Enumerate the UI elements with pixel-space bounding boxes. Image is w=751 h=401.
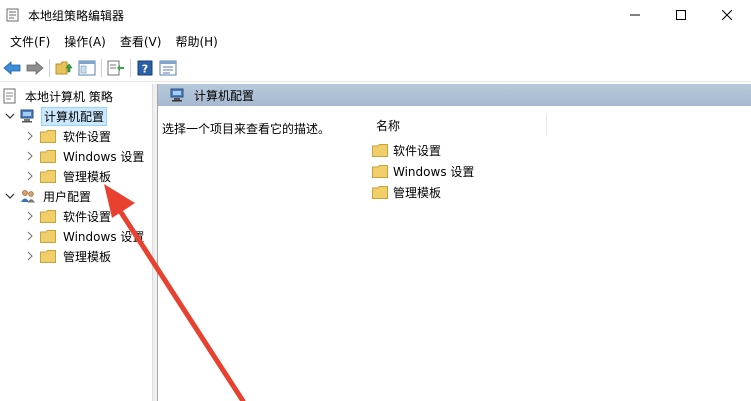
tree-item-software-settings[interactable]: 软件设置: [24, 126, 113, 146]
toolbar-separator: [101, 58, 102, 77]
minimize-button[interactable]: [612, 0, 658, 30]
chevron-down-icon[interactable]: [4, 190, 16, 202]
title-bar: 本地组策略编辑器: [0, 0, 751, 30]
list-item-windows-settings[interactable]: Windows 设置: [372, 161, 474, 181]
tree-label: 软件设置: [63, 129, 112, 144]
close-button[interactable]: [704, 0, 750, 30]
tree-label: Windows 设置: [63, 229, 145, 244]
list-item-label: 管理模板: [393, 185, 442, 200]
tree-label: 软件设置: [63, 209, 112, 224]
tree-item-root[interactable]: 本地计算机 策略: [2, 86, 115, 106]
forward-button[interactable]: [25, 58, 45, 78]
details-panel: 计算机配置 选择一个项目来查看它的描述。 名称 软件设置 Windows 设置 …: [157, 84, 751, 401]
tree-item-user-config[interactable]: 用户配置: [4, 186, 93, 206]
tree-item-software-settings[interactable]: 软件设置: [24, 206, 113, 226]
menu-view[interactable]: 查看(V): [114, 32, 168, 52]
folder-icon: [40, 169, 56, 183]
maximize-icon: [676, 10, 686, 20]
tree-item-windows-settings[interactable]: Windows 设置: [24, 146, 146, 166]
chevron-right-icon[interactable]: [24, 130, 36, 142]
maximize-button[interactable]: [658, 0, 704, 30]
help-icon: ?: [137, 60, 153, 75]
policy-editor-icon: [6, 8, 20, 22]
svg-text:?: ?: [142, 62, 148, 75]
show-hide-tree-icon: [78, 60, 96, 75]
tree-label: 管理模板: [63, 249, 112, 264]
details-header-title: 计算机配置: [194, 88, 255, 103]
menu-action[interactable]: 操作(A): [58, 32, 112, 52]
menu-help[interactable]: 帮助(H): [169, 32, 223, 52]
menu-bar: 文件(F) 操作(A) 查看(V) 帮助(H): [0, 30, 751, 54]
tree-label-root: 本地计算机 策略: [25, 89, 113, 104]
toolbar-separator: [130, 58, 131, 77]
column-header-name[interactable]: 名称: [362, 114, 547, 136]
export-list-button[interactable]: [106, 58, 126, 78]
computer-icon: [170, 88, 186, 102]
list-item-label: Windows 设置: [393, 164, 475, 179]
folder-icon: [372, 164, 388, 178]
list-item-admin-templates[interactable]: 管理模板: [372, 182, 441, 202]
item-list: 名称 软件设置 Windows 设置 管理模板: [362, 108, 751, 401]
description-text: 选择一个项目来查看它的描述。: [162, 122, 331, 136]
chevron-right-icon[interactable]: [24, 230, 36, 242]
back-button[interactable]: [2, 58, 22, 78]
tree-item-admin-templates[interactable]: 管理模板: [24, 166, 113, 186]
policy-document-icon: [2, 88, 18, 104]
toolbar: ?: [0, 54, 751, 82]
menu-file[interactable]: 文件(F): [4, 32, 56, 52]
computer-icon: [20, 109, 36, 123]
toolbar-separator: [49, 58, 50, 77]
chevron-right-icon[interactable]: [24, 250, 36, 262]
column-header-label: 名称: [376, 118, 401, 133]
properties-icon: [159, 60, 177, 75]
up-folder-icon: [55, 61, 73, 74]
folder-icon: [40, 149, 56, 163]
tree-item-windows-settings[interactable]: Windows 设置: [24, 226, 146, 246]
folder-icon: [40, 249, 56, 263]
chevron-right-icon[interactable]: [24, 170, 36, 182]
folder-icon: [372, 185, 388, 199]
folder-icon: [40, 129, 56, 143]
minimize-icon: [630, 14, 640, 16]
export-list-icon: [107, 60, 124, 75]
show-hide-tree-button[interactable]: [77, 58, 97, 78]
chevron-down-icon[interactable]: [4, 110, 16, 122]
folder-icon: [372, 143, 388, 157]
chevron-right-icon[interactable]: [24, 150, 36, 162]
window-title: 本地组策略编辑器: [28, 9, 125, 23]
properties-button[interactable]: [158, 58, 178, 78]
tree-item-computer-config[interactable]: 计算机配置: [4, 106, 108, 126]
tree-label: 管理模板: [63, 169, 112, 184]
folder-icon: [40, 209, 56, 223]
details-header: 计算机配置: [158, 84, 751, 106]
users-icon: [20, 189, 36, 203]
tree-panel: 本地计算机 策略 计算机配置 软件设置 Windows 设置 管理模板 用户配置: [0, 84, 153, 401]
back-icon: [3, 60, 21, 75]
folder-icon: [40, 229, 56, 243]
help-button[interactable]: ?: [135, 58, 155, 78]
tree-label: Windows 设置: [63, 149, 145, 164]
forward-icon: [26, 60, 44, 75]
chevron-right-icon[interactable]: [24, 210, 36, 222]
tree-label-computer-config: 计算机配置: [41, 106, 108, 126]
list-item-label: 软件设置: [393, 143, 442, 158]
tree-item-admin-templates[interactable]: 管理模板: [24, 246, 113, 266]
tree-label-user-config: 用户配置: [43, 189, 92, 204]
list-item-software-settings[interactable]: 软件设置: [372, 140, 441, 160]
close-icon: [722, 10, 732, 20]
up-folder-button[interactable]: [54, 58, 74, 78]
